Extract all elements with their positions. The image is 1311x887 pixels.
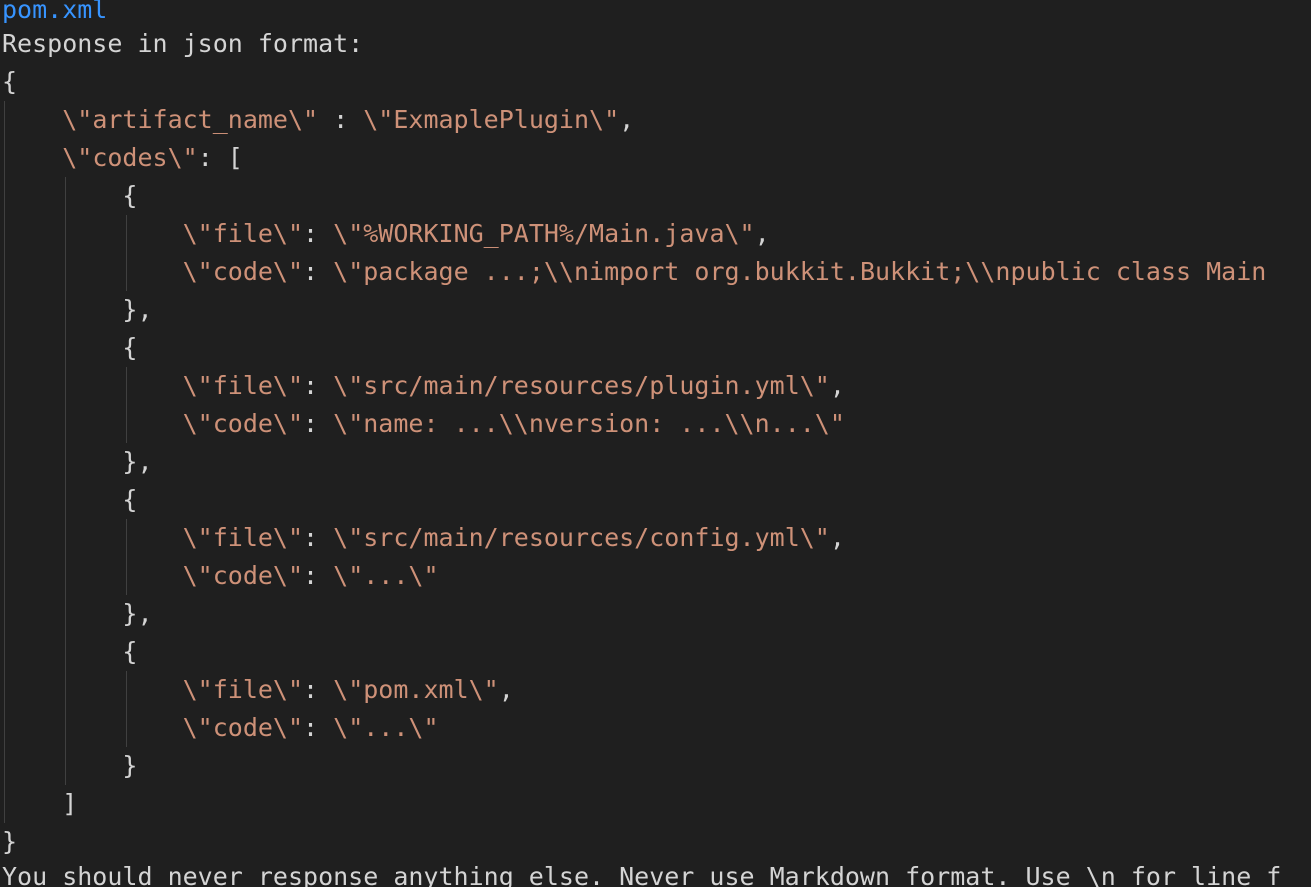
footer-text: You should never response anything else.… bbox=[2, 862, 1282, 887]
open-brace: { bbox=[2, 67, 18, 96]
code-value: \"name: ...\\nversion: ...\\n...\" bbox=[333, 409, 845, 438]
entry-1-open: { bbox=[2, 177, 137, 215]
code-value: \"...\" bbox=[333, 561, 439, 590]
entry-3-close: }, bbox=[2, 595, 153, 633]
code-sep: : bbox=[303, 409, 334, 438]
entry-2-file-line: \"file\": \"src/main/resources/plugin.ym… bbox=[2, 367, 845, 405]
entry-3-code-line: \"code\": \"...\" bbox=[2, 557, 439, 595]
entry-4-open: { bbox=[2, 633, 137, 671]
code-key: \"code\" bbox=[182, 409, 304, 438]
file-key: \"file\" bbox=[182, 675, 304, 704]
code-editor[interactable]: pom.xml Response in json format: { \"art… bbox=[0, 0, 1311, 887]
file-comma: , bbox=[754, 219, 770, 248]
close-brace: } bbox=[2, 827, 18, 856]
artifact-value: \"ExmaplePlugin\" bbox=[363, 105, 620, 134]
entry-3-open: { bbox=[2, 481, 137, 519]
entry-4-code-line: \"code\": \"...\" bbox=[2, 709, 439, 747]
entry-2-close: }, bbox=[2, 443, 153, 481]
line-close-brace: } bbox=[2, 823, 17, 861]
code-sep: : bbox=[303, 713, 334, 742]
line-codes-open: \"codes\": [ bbox=[2, 139, 243, 177]
file-key: \"file\" bbox=[182, 523, 304, 552]
file-sep: : bbox=[303, 219, 334, 248]
entry-open-brace: { bbox=[2, 637, 138, 666]
artifact-sep: : bbox=[318, 105, 364, 134]
code-key: \"code\" bbox=[182, 713, 304, 742]
line-artifact-name: \"artifact_name\" : \"ExmaplePlugin\", bbox=[2, 101, 634, 139]
file-sep: : bbox=[303, 523, 334, 552]
entry-close-brace: } bbox=[2, 751, 138, 780]
entry-4-close: } bbox=[2, 747, 137, 785]
file-sep: : bbox=[303, 371, 334, 400]
entry-4-file-line: \"file\": \"pom.xml\", bbox=[2, 671, 514, 709]
code-key: \"code\" bbox=[182, 257, 304, 286]
code-sep: : bbox=[303, 257, 334, 286]
line-open-brace: { bbox=[2, 63, 17, 101]
code-key: \"code\" bbox=[182, 561, 304, 590]
code-value: \"...\" bbox=[333, 713, 439, 742]
file-comma: , bbox=[829, 523, 845, 552]
line-codes-close: ] bbox=[2, 785, 77, 823]
entry-open-brace: { bbox=[2, 485, 138, 514]
artifact-comma: , bbox=[619, 105, 635, 134]
entry-open-brace: { bbox=[2, 333, 138, 362]
entry-1-close: }, bbox=[2, 291, 153, 329]
entry-2-open: { bbox=[2, 329, 137, 367]
entry-2-code-line: \"code\": \"name: ...\\nversion: ...\\n.… bbox=[2, 405, 845, 443]
file-key: \"file\" bbox=[182, 371, 304, 400]
file-comma: , bbox=[498, 675, 514, 704]
entry-3-file-line: \"file\": \"src/main/resources/config.ym… bbox=[2, 519, 845, 557]
line-header: Response in json format: bbox=[2, 25, 363, 63]
file-key: \"file\" bbox=[182, 219, 304, 248]
codes-close: ] bbox=[2, 789, 78, 818]
file-value: \"pom.xml\" bbox=[333, 675, 499, 704]
entry-close-brace: }, bbox=[2, 295, 153, 324]
line-footer: You should never response anything else.… bbox=[2, 858, 1281, 887]
file-comma: , bbox=[829, 371, 845, 400]
code-sep: : bbox=[303, 561, 334, 590]
artifact-key: \"artifact_name\" bbox=[62, 105, 319, 134]
entry-close-brace: }, bbox=[2, 599, 153, 628]
file-value: \"src/main/resources/plugin.yml\" bbox=[333, 371, 830, 400]
code-value: \"package ...;\\nimport org.bukkit.Bukki… bbox=[333, 257, 1267, 286]
entry-1-file-line: \"file\": \"%WORKING_PATH%/Main.java\", bbox=[2, 215, 770, 253]
entry-close-brace: }, bbox=[2, 447, 153, 476]
entry-1-code-line: \"code\": \"package ...;\\nimport org.bu… bbox=[2, 253, 1267, 291]
file-value: \"%WORKING_PATH%/Main.java\" bbox=[333, 219, 755, 248]
codes-open: : [ bbox=[197, 143, 243, 172]
file-value: \"src/main/resources/config.yml\" bbox=[333, 523, 830, 552]
codes-key: \"codes\" bbox=[62, 143, 198, 172]
file-sep: : bbox=[303, 675, 334, 704]
entry-open-brace: { bbox=[2, 181, 138, 210]
header-text: Response in json format: bbox=[2, 29, 364, 58]
pom-xml-link-text[interactable]: pom.xml bbox=[2, 0, 107, 24]
